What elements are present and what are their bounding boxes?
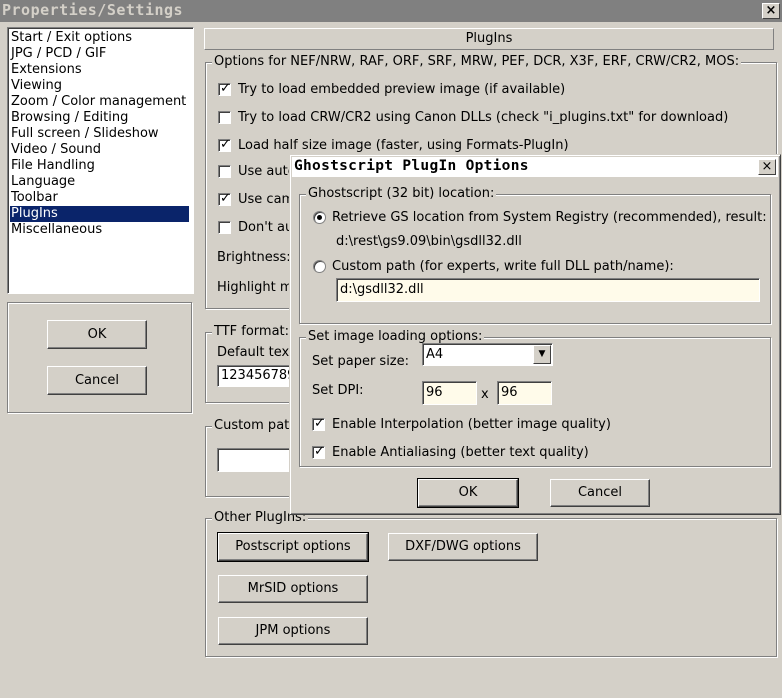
- paper-size-value: A4: [426, 347, 444, 362]
- embedded-preview-checkbox[interactable]: ✓: [218, 81, 231, 96]
- dpi-separator: x: [481, 387, 489, 402]
- antialiasing-checkbox[interactable]: ✓: [312, 444, 325, 459]
- custom-path-group-label: Custom path: [212, 418, 300, 433]
- jpm-options-button[interactable]: JPM options: [218, 617, 368, 645]
- use-camera-label: Use cam: [238, 192, 295, 207]
- highlight-mode-label: Highlight mo: [217, 280, 301, 295]
- ghostscript-dialog-title-bar: Ghostscript PlugIn Options ×: [292, 157, 778, 177]
- sidebar-item-zoom-color[interactable]: Zoom / Color management: [11, 94, 186, 110]
- ghostscript-dialog: Ghostscript PlugIn Options × Ghostscript…: [289, 154, 781, 515]
- use-camera-checkbox[interactable]: ✓: [218, 191, 231, 206]
- half-size-checkbox[interactable]: ✓: [218, 137, 231, 152]
- sidebar-item-language[interactable]: Language: [11, 174, 75, 190]
- sidebar-item-toolbar[interactable]: Toolbar: [11, 190, 58, 206]
- sidebar-item-start-exit[interactable]: Start / Exit options: [11, 30, 132, 46]
- paper-size-select[interactable]: A4 ▼: [422, 343, 553, 366]
- custom-path-radio[interactable]: [313, 260, 326, 273]
- dialog-ok-button[interactable]: OK: [417, 478, 519, 508]
- embedded-preview-label: Try to load embedded preview image (if a…: [238, 82, 566, 97]
- dpi-y-input[interactable]: 96: [497, 381, 552, 405]
- panel-header: PlugIns: [204, 28, 774, 50]
- gs-location-group-label: Ghostscript (32 bit) location:: [306, 186, 497, 201]
- brightness-label: Brightness:: [217, 250, 291, 265]
- use-auto-checkbox[interactable]: [218, 165, 231, 178]
- ok-button[interactable]: OK: [47, 320, 147, 349]
- registry-radio[interactable]: [313, 211, 326, 224]
- dont-auto-label: Don't au: [238, 220, 294, 235]
- interpolation-label: Enable Interpolation (better image quali…: [332, 417, 611, 432]
- canon-dll-label: Try to load CRW/CR2 using Canon DLLs (ch…: [238, 110, 729, 125]
- custom-dll-path-input[interactable]: d:\gsdll32.dll: [336, 278, 760, 302]
- registry-radio-label: Retrieve GS location from System Registr…: [332, 210, 767, 225]
- dxf-dwg-options-button[interactable]: DXF/DWG options: [388, 533, 538, 561]
- antialiasing-label: Enable Antialiasing (better text quality…: [332, 445, 589, 460]
- dpi-label: Set DPI:: [312, 383, 364, 398]
- sidebar-item-fullscreen-slideshow[interactable]: Full screen / Slideshow: [11, 126, 159, 142]
- ghostscript-dialog-title: Ghostscript PlugIn Options: [294, 158, 529, 174]
- dialog-cancel-button[interactable]: Cancel: [550, 479, 650, 507]
- dont-auto-checkbox[interactable]: [218, 221, 231, 234]
- ttf-format-group-label: TTF format:: [212, 324, 292, 339]
- custom-path-radio-label: Custom path (for experts, write full DLL…: [332, 259, 674, 274]
- dialog-close-icon[interactable]: ×: [758, 159, 776, 175]
- mrsid-options-button[interactable]: MrSID options: [218, 575, 368, 603]
- sidebar-item-plugins[interactable]: PlugIns: [10, 206, 189, 222]
- sidebar-item-file-handling[interactable]: File Handling: [11, 158, 95, 174]
- paper-size-label: Set paper size:: [312, 354, 410, 369]
- sidebar-item-miscellaneous[interactable]: Miscellaneous: [11, 222, 102, 238]
- window-title: Properties/Settings: [2, 1, 184, 19]
- sidebar-item-jpg-pcd-gif[interactable]: JPG / PCD / GIF: [11, 46, 106, 62]
- category-list[interactable]: Start / Exit options JPG / PCD / GIF Ext…: [7, 27, 194, 294]
- loading-options-group-label: Set image loading options:: [306, 329, 485, 344]
- window-close-icon[interactable]: ×: [762, 3, 780, 19]
- use-auto-label: Use auto: [238, 164, 296, 179]
- dpi-x-input[interactable]: 96: [422, 381, 477, 405]
- sidebar-item-viewing[interactable]: Viewing: [11, 78, 62, 94]
- registry-result-text: d:\rest\gs9.09\bin\gsdll32.dll: [336, 234, 522, 249]
- sidebar-item-browsing-editing[interactable]: Browsing / Editing: [11, 110, 128, 126]
- interpolation-checkbox[interactable]: ✓: [312, 416, 325, 431]
- custom-path-input[interactable]: [217, 448, 292, 472]
- postscript-options-button[interactable]: Postscript options: [217, 532, 369, 562]
- half-size-label: Load half size image (faster, using Form…: [238, 138, 569, 153]
- ttf-default-text-input[interactable]: 1234567890: [217, 365, 292, 387]
- sidebar-item-video-sound[interactable]: Video / Sound: [11, 142, 101, 158]
- chevron-down-icon[interactable]: ▼: [533, 345, 551, 364]
- sidebar-buttons-group: [7, 302, 192, 413]
- raw-options-group-label: Options for NEF/NRW, RAF, ORF, SRF, MRW,…: [212, 54, 742, 69]
- cancel-button[interactable]: Cancel: [47, 366, 147, 395]
- sidebar-item-extensions[interactable]: Extensions: [11, 62, 82, 78]
- canon-dll-checkbox[interactable]: [218, 111, 231, 124]
- window-title-bar: Properties/Settings ×: [0, 0, 782, 22]
